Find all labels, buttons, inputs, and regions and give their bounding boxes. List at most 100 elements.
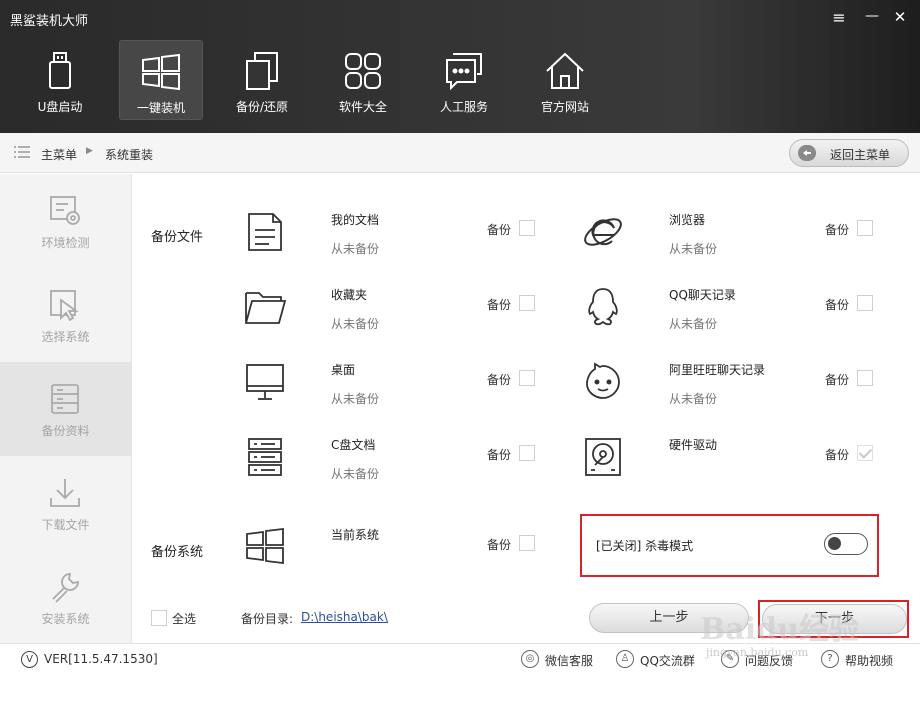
- nav-backup-restore[interactable]: 备份/还原: [220, 40, 304, 120]
- prev-step-button[interactable]: 上一步: [589, 603, 749, 633]
- app-window: 黑鲨装机大师 ≡ — ✕ U盘启动 一键装机 备份/还原 软件大全 人工服务 官…: [0, 0, 920, 706]
- backup-label: 备份: [825, 223, 850, 237]
- footer-bar: V VER[11.5.47.1530] ◎ 微信客服 ♙ QQ交流群 ✎ 问题反…: [0, 643, 920, 675]
- usb-drive-icon: [49, 52, 71, 89]
- aliwangwang-icon: [586, 362, 620, 399]
- item-name: 桌面: [331, 363, 356, 377]
- item-name: 阿里旺旺聊天记录: [669, 363, 766, 377]
- feedback-icon: ✎: [721, 650, 739, 668]
- footer-link-feedback[interactable]: 问题反馈: [745, 652, 793, 669]
- sidebar: 环境检测 选择系统 备份资料 下载文件 安装系统: [0, 174, 132, 644]
- sidebar-item-backup-data: 备份资料: [0, 362, 131, 456]
- monitor-icon: [246, 364, 284, 400]
- download-icon: [50, 479, 80, 507]
- back-button-label: 返回主菜单: [830, 148, 891, 162]
- backup-label: 备份: [825, 448, 850, 462]
- sidebar-item-install-system: 安装系统: [0, 550, 131, 644]
- footer-link-qq-group[interactable]: QQ交流群: [640, 652, 695, 669]
- footer-link-wechat[interactable]: 微信客服: [545, 652, 593, 669]
- backup-label: 备份: [487, 448, 512, 462]
- nav-one-click-install[interactable]: 一键装机: [119, 40, 203, 120]
- select-all-checkbox[interactable]: [151, 610, 167, 626]
- backup-checkbox-current-system[interactable]: [519, 535, 535, 551]
- next-step-button[interactable]: 下一步: [762, 604, 907, 634]
- breadcrumb-arrow-icon: ▶: [86, 146, 93, 156]
- breadcrumb-home[interactable]: 主菜单: [41, 146, 77, 163]
- main-nav: U盘启动 一键装机 备份/还原 软件大全 人工服务 官方网站: [18, 40, 624, 120]
- nav-label: 备份/还原: [235, 100, 289, 114]
- document-icon: [248, 213, 282, 251]
- menu-icon[interactable]: ≡: [829, 8, 849, 27]
- nav-official-site[interactable]: 官方网站: [523, 40, 607, 120]
- backup-label: 备份: [487, 373, 512, 387]
- item-name: 硬件驱动: [669, 438, 718, 452]
- header-bar: 黑鲨装机大师 ≡ — ✕ U盘启动 一键装机 备份/还原 软件大全 人工服务 官…: [0, 0, 920, 133]
- back-to-main-menu-button[interactable]: 返回主菜单: [789, 139, 909, 167]
- nav-label: 软件大全: [338, 100, 387, 114]
- minimize-icon[interactable]: —: [862, 8, 882, 24]
- sidebar-item-label: 备份资料: [41, 424, 90, 438]
- hard-disk-icon: [585, 438, 621, 476]
- antivirus-mode-label: [已关闭] 杀毒模式: [596, 539, 694, 553]
- item-status: 从未备份: [331, 317, 380, 331]
- antivirus-mode-panel: [已关闭] 杀毒模式: [580, 514, 879, 577]
- backup-checkbox-desktop[interactable]: [519, 370, 535, 386]
- version-icon: V: [21, 651, 38, 668]
- wechat-icon: ◎: [521, 650, 539, 668]
- nav-manual-service[interactable]: 人工服务: [422, 40, 506, 120]
- install-wrench-icon: [52, 573, 79, 603]
- backup-label: 备份: [487, 223, 512, 237]
- backup-checkbox-my-documents[interactable]: [519, 220, 535, 236]
- ie-browser-icon: [584, 218, 622, 246]
- nav-label: 人工服务: [439, 100, 488, 114]
- apps-grid-icon: [345, 53, 381, 89]
- backup-checkbox-browser[interactable]: [857, 220, 873, 236]
- backup-checkbox-qq-chat[interactable]: [857, 295, 873, 311]
- environment-check-icon: [50, 196, 80, 225]
- nav-usb-boot[interactable]: U盘启动: [18, 40, 102, 120]
- nav-label: 官方网站: [540, 100, 589, 114]
- footer-link-help-video[interactable]: 帮助视频: [845, 652, 893, 669]
- folder-icon: [245, 292, 287, 324]
- item-status: 从未备份: [331, 392, 380, 406]
- sidebar-item-environment-check: 环境检测: [0, 174, 131, 268]
- backup-label: 备份: [487, 538, 512, 552]
- version-text: VER[11.5.47.1530]: [44, 652, 158, 666]
- backup-dir-label: 备份目录:: [241, 612, 294, 626]
- sidebar-item-label: 安装系统: [41, 612, 90, 626]
- list-icon: [14, 146, 30, 158]
- backup-restore-icon: [246, 52, 278, 90]
- antivirus-mode-toggle[interactable]: [824, 533, 868, 555]
- breadcrumb: 主菜单 ▶ 系统重装: [0, 133, 920, 173]
- windows-icon: [142, 53, 180, 91]
- item-status: 从未备份: [331, 467, 380, 481]
- qq-penguin-icon: [588, 288, 618, 326]
- backup-dir-link[interactable]: D:\heisha\bak\: [301, 610, 388, 624]
- toggle-knob: [828, 537, 841, 550]
- backup-checkbox-aliwangwang[interactable]: [857, 370, 873, 386]
- windows-icon: [246, 527, 284, 565]
- item-status: 从未备份: [669, 242, 718, 256]
- server-drive-icon: [248, 438, 282, 476]
- qq-icon: ♙: [616, 650, 634, 668]
- backup-checkbox-hardware-driver[interactable]: [857, 445, 873, 461]
- close-icon[interactable]: ✕: [890, 8, 910, 26]
- next-step-highlight: 下一步: [758, 600, 909, 638]
- nav-label: 一键装机: [136, 101, 185, 115]
- item-name: 浏览器: [669, 213, 706, 227]
- item-status: 从未备份: [669, 392, 718, 406]
- item-status: 从未备份: [669, 317, 718, 331]
- nav-label: U盘启动: [37, 100, 83, 114]
- nav-software[interactable]: 软件大全: [321, 40, 405, 120]
- backup-checkbox-favorites[interactable]: [519, 295, 535, 311]
- item-name: 收藏夹: [331, 288, 368, 302]
- help-icon: ?: [821, 650, 839, 668]
- sidebar-item-label: 下载文件: [41, 518, 90, 532]
- backup-label: 备份: [825, 298, 850, 312]
- backup-label: 备份: [487, 298, 512, 312]
- backup-checkbox-c-drive-docs[interactable]: [519, 445, 535, 461]
- item-name: C盘文档: [331, 438, 376, 452]
- sidebar-item-select-system: 选择系统: [0, 268, 131, 362]
- sidebar-item-label: 环境检测: [41, 236, 90, 250]
- item-name: QQ聊天记录: [669, 288, 736, 302]
